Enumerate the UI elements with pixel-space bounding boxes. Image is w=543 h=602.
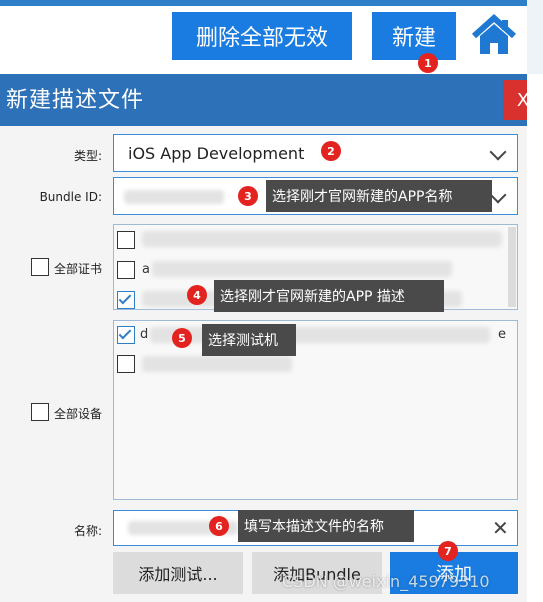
bundle-id-value-redacted (124, 190, 224, 204)
device-item-redacted-1 (150, 327, 490, 343)
type-select[interactable]: iOS App Development (113, 134, 518, 172)
cert-item-checkbox-2[interactable] (117, 261, 135, 279)
annotation-badge-2: 2 (321, 141, 341, 161)
cert-item-checkbox-1[interactable] (117, 231, 135, 249)
dialog-right-gap (527, 74, 543, 602)
all-certs-label: 全部证书 (54, 262, 103, 276)
all-devices-checkbox[interactable] (31, 403, 49, 421)
new-button[interactable]: 新建 (372, 12, 456, 60)
cert-item-redacted-1 (142, 231, 502, 247)
device-item-checkbox-2[interactable] (117, 355, 135, 373)
annotation-badge-3: 3 (238, 186, 258, 206)
cert-list-scrollbar[interactable] (508, 227, 516, 307)
annotation-badge-6: 6 (209, 516, 229, 536)
device-item-text-1: d (140, 327, 149, 342)
device-item-redacted-2 (142, 356, 292, 372)
annotation-badge-1: 1 (418, 53, 438, 73)
device-item-suffix-1: e (498, 327, 506, 342)
device-list[interactable]: d e (113, 320, 518, 500)
watermark: CSDN @weixin_45979310 (282, 572, 490, 591)
dialog-title: 新建描述文件 (6, 88, 145, 113)
chevron-down-icon (489, 143, 507, 161)
clear-icon[interactable]: ✕ (492, 516, 509, 540)
type-label: 类型: (73, 149, 102, 163)
device-item-checkbox-1[interactable] (117, 326, 135, 344)
check-icon (118, 326, 132, 340)
chevron-down-icon (489, 186, 507, 204)
annotation-badge-4: 4 (187, 285, 207, 305)
top-accent-line (0, 0, 527, 6)
annotation-tip-3: 选择刚才官网新建的APP名称 (266, 180, 492, 212)
home-icon[interactable] (468, 12, 520, 58)
cert-item-redacted-2 (152, 261, 452, 277)
bundle-id-label: Bundle ID: (39, 190, 102, 204)
annotation-tip-6: 填写本描述文件的名称 (238, 510, 414, 542)
annotation-badge-5: 5 (172, 328, 192, 348)
all-devices-label: 全部设备 (54, 407, 103, 421)
all-certs-checkbox[interactable] (31, 258, 49, 276)
type-value: iOS App Development (128, 144, 305, 163)
annotation-tip-5: 选择测试机 (202, 324, 296, 356)
delete-all-invalid-button[interactable]: 删除全部无效 (172, 12, 352, 60)
annotation-tip-4: 选择刚才官网新建的APP 描述 (214, 280, 444, 312)
check-icon (118, 291, 132, 305)
cert-item-text-2: a (142, 262, 150, 277)
cert-item-checkbox-3[interactable] (117, 291, 135, 309)
name-label: 名称: (73, 524, 102, 538)
right-edge (527, 0, 543, 74)
annotation-badge-7: 7 (438, 541, 458, 561)
add-test-button[interactable]: 添加测试... (113, 552, 243, 594)
